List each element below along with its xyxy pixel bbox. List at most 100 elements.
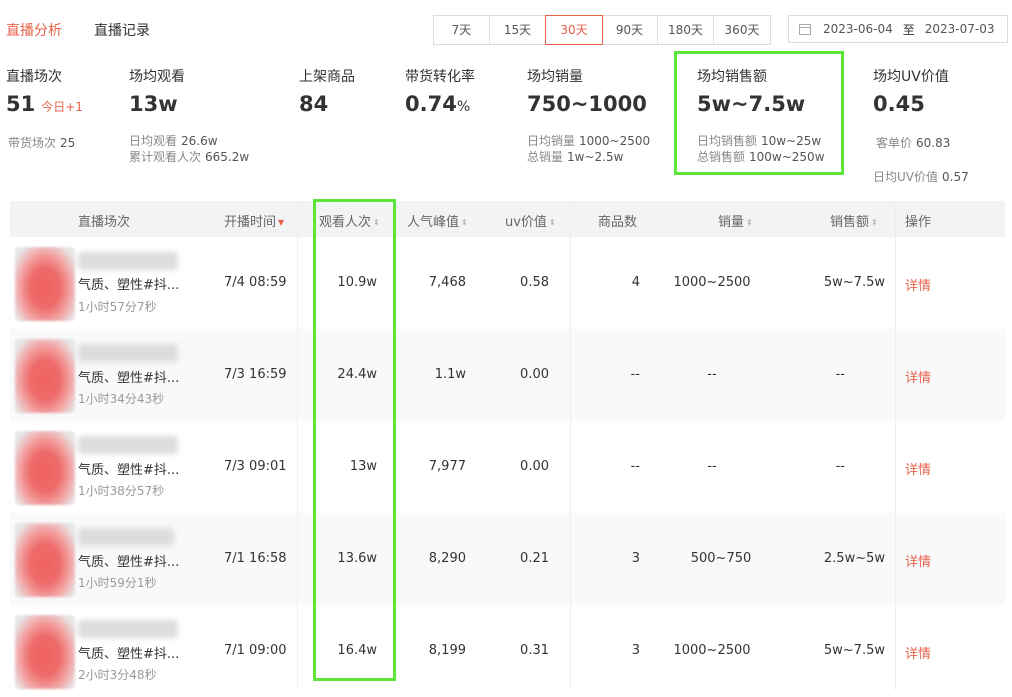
range-7d-button[interactable]: 7天	[434, 16, 490, 44]
stat-products-value: 84	[299, 92, 329, 116]
cell-revenue: --	[835, 459, 845, 474]
session-title[interactable]: 气质、塑性#抖...	[78, 367, 179, 386]
range-90d-button[interactable]: 90天	[602, 16, 658, 44]
stat-sessions-today: 今日+1	[41, 100, 83, 114]
col-header-products: 商品数	[598, 215, 638, 230]
col-header-peak[interactable]: 人气峰值 ⬍	[407, 211, 468, 230]
detail-link[interactable]: 详情	[905, 367, 931, 386]
range-15d-button[interactable]: 15天	[490, 16, 546, 44]
session-title[interactable]: 气质、塑性#抖...	[78, 643, 179, 662]
col-header-sales[interactable]: 销量 ⬍	[718, 211, 753, 230]
detail-link[interactable]: 详情	[905, 643, 931, 662]
range-180d-button[interactable]: 180天	[658, 16, 714, 44]
date-end: 2023-07-03	[924, 22, 995, 36]
cell-sales: 500~750	[690, 551, 752, 566]
cell-views: 13.6w	[337, 551, 377, 566]
date-start: 2023-06-04	[823, 22, 893, 36]
session-duration: 1小时34分43秒	[78, 392, 165, 406]
cell-uv: 0.00	[520, 459, 549, 474]
stat-avg-sales-value: 750~1000	[527, 92, 647, 116]
cell-products: 4	[631, 275, 640, 290]
stat-sessions-sub: 带货场次 25	[8, 136, 76, 150]
col-header-start-time[interactable]: 开播时间 ▼	[224, 211, 284, 230]
cell-start-time: 7/1 09:00	[224, 643, 287, 658]
stat-total-revenue: 总销售额 100w~250w	[697, 150, 825, 164]
blurred-title	[78, 344, 178, 362]
sort-icon: ⬍	[871, 218, 878, 227]
blurred-title	[78, 620, 178, 638]
detail-link[interactable]: 详情	[905, 551, 931, 570]
cell-uv: 0.58	[520, 275, 549, 290]
live-thumbnail[interactable]	[15, 247, 75, 321]
stat-daily-sales: 日均销量 1000~2500	[527, 134, 651, 148]
col-header-action: 操作	[905, 215, 932, 230]
cell-peak: 7,468	[428, 275, 466, 290]
session-title[interactable]: 气质、塑性#抖...	[78, 551, 179, 570]
stat-daily-views: 日均观看 26.6w	[129, 134, 218, 148]
cell-sales: --	[707, 459, 717, 474]
blurred-title	[78, 252, 178, 270]
cell-products: --	[630, 367, 640, 382]
tab-live-analysis[interactable]: 直播分析	[6, 20, 62, 40]
stat-avg-revenue-label: 场均销售额	[697, 69, 767, 85]
sort-icon: ⬍	[461, 218, 468, 227]
cell-views: 16.4w	[337, 643, 377, 658]
cell-revenue: 2.5w~5w	[823, 551, 885, 566]
cell-uv: 0.31	[520, 643, 549, 658]
cell-revenue: 5w~7.5w	[823, 275, 885, 290]
cell-sales: --	[707, 367, 717, 382]
blurred-title	[78, 528, 174, 546]
live-thumbnail[interactable]	[15, 339, 75, 413]
cell-start-time: 7/1 16:58	[224, 551, 287, 566]
cell-sales: 1000~2500	[673, 643, 751, 658]
sort-icon: ⬍	[548, 218, 556, 227]
tab-live-records[interactable]: 直播记录	[94, 20, 150, 40]
col-header-revenue[interactable]: 销售额 ⬍	[830, 211, 878, 230]
range-360d-button[interactable]: 360天	[714, 16, 770, 44]
range-30d-button[interactable]: 30天	[545, 15, 603, 45]
live-thumbnail[interactable]	[15, 615, 75, 689]
sort-icon: ⬍	[746, 218, 753, 227]
cell-start-time: 7/4 08:59	[224, 275, 287, 290]
cell-uv: 0.00	[520, 367, 549, 382]
session-duration: 2小时3分48秒	[78, 668, 157, 682]
stat-avg-views-value: 13w	[129, 92, 178, 116]
session-title[interactable]: 气质、塑性#抖...	[78, 459, 179, 478]
session-duration: 1小时38分57秒	[78, 484, 165, 498]
live-thumbnail[interactable]	[15, 431, 75, 505]
cell-products: --	[630, 459, 640, 474]
stat-conversion-label: 带货转化率	[405, 69, 475, 85]
stat-unit-price: 客单价 60.83	[876, 136, 951, 150]
cell-peak: 8,290	[428, 551, 466, 566]
cell-products: 3	[631, 643, 640, 658]
col-header-views[interactable]: 观看人次 ⬍	[319, 211, 380, 230]
stat-total-sales: 总销量 1w~2.5w	[527, 150, 624, 164]
live-thumbnail[interactable]	[15, 523, 75, 597]
col-header-uv[interactable]: uv价值 ⬍	[505, 211, 556, 230]
detail-link[interactable]: 详情	[905, 275, 931, 294]
stat-avg-views-label: 场均观看	[129, 69, 185, 85]
detail-link[interactable]: 详情	[905, 459, 931, 478]
cell-peak: 8,199	[428, 643, 466, 658]
stat-uv-label: 场均UV价值	[873, 69, 949, 85]
cell-start-time: 7/3 09:01	[224, 459, 287, 474]
cell-products: 3	[631, 551, 640, 566]
stat-daily-uv: 日均UV价值 0.57	[873, 170, 969, 184]
stat-avg-sales-label: 场均销量	[527, 69, 583, 85]
session-title[interactable]: 气质、塑性#抖...	[78, 274, 179, 293]
sort-icon: ▼	[278, 218, 285, 227]
cell-peak: 1.1w	[434, 367, 466, 382]
range-selector: 7天 15天 30天 90天 180天 360天	[433, 15, 771, 45]
stat-avg-revenue-value: 5w~7.5w	[697, 92, 806, 116]
column-divider	[297, 201, 298, 690]
stat-daily-revenue: 日均销售额 10w~25w	[697, 134, 822, 148]
blurred-title	[78, 436, 178, 454]
cell-revenue: --	[835, 367, 845, 382]
date-range-picker[interactable]: 2023-06-04 至 2023-07-03	[788, 15, 1008, 43]
stat-products-label: 上架商品	[299, 69, 355, 85]
date-separator: 至	[902, 22, 915, 37]
cell-views: 13w	[349, 459, 377, 474]
cell-peak: 7,977	[428, 459, 466, 474]
column-divider	[895, 201, 896, 690]
stat-uv-value: 0.45	[873, 92, 925, 116]
